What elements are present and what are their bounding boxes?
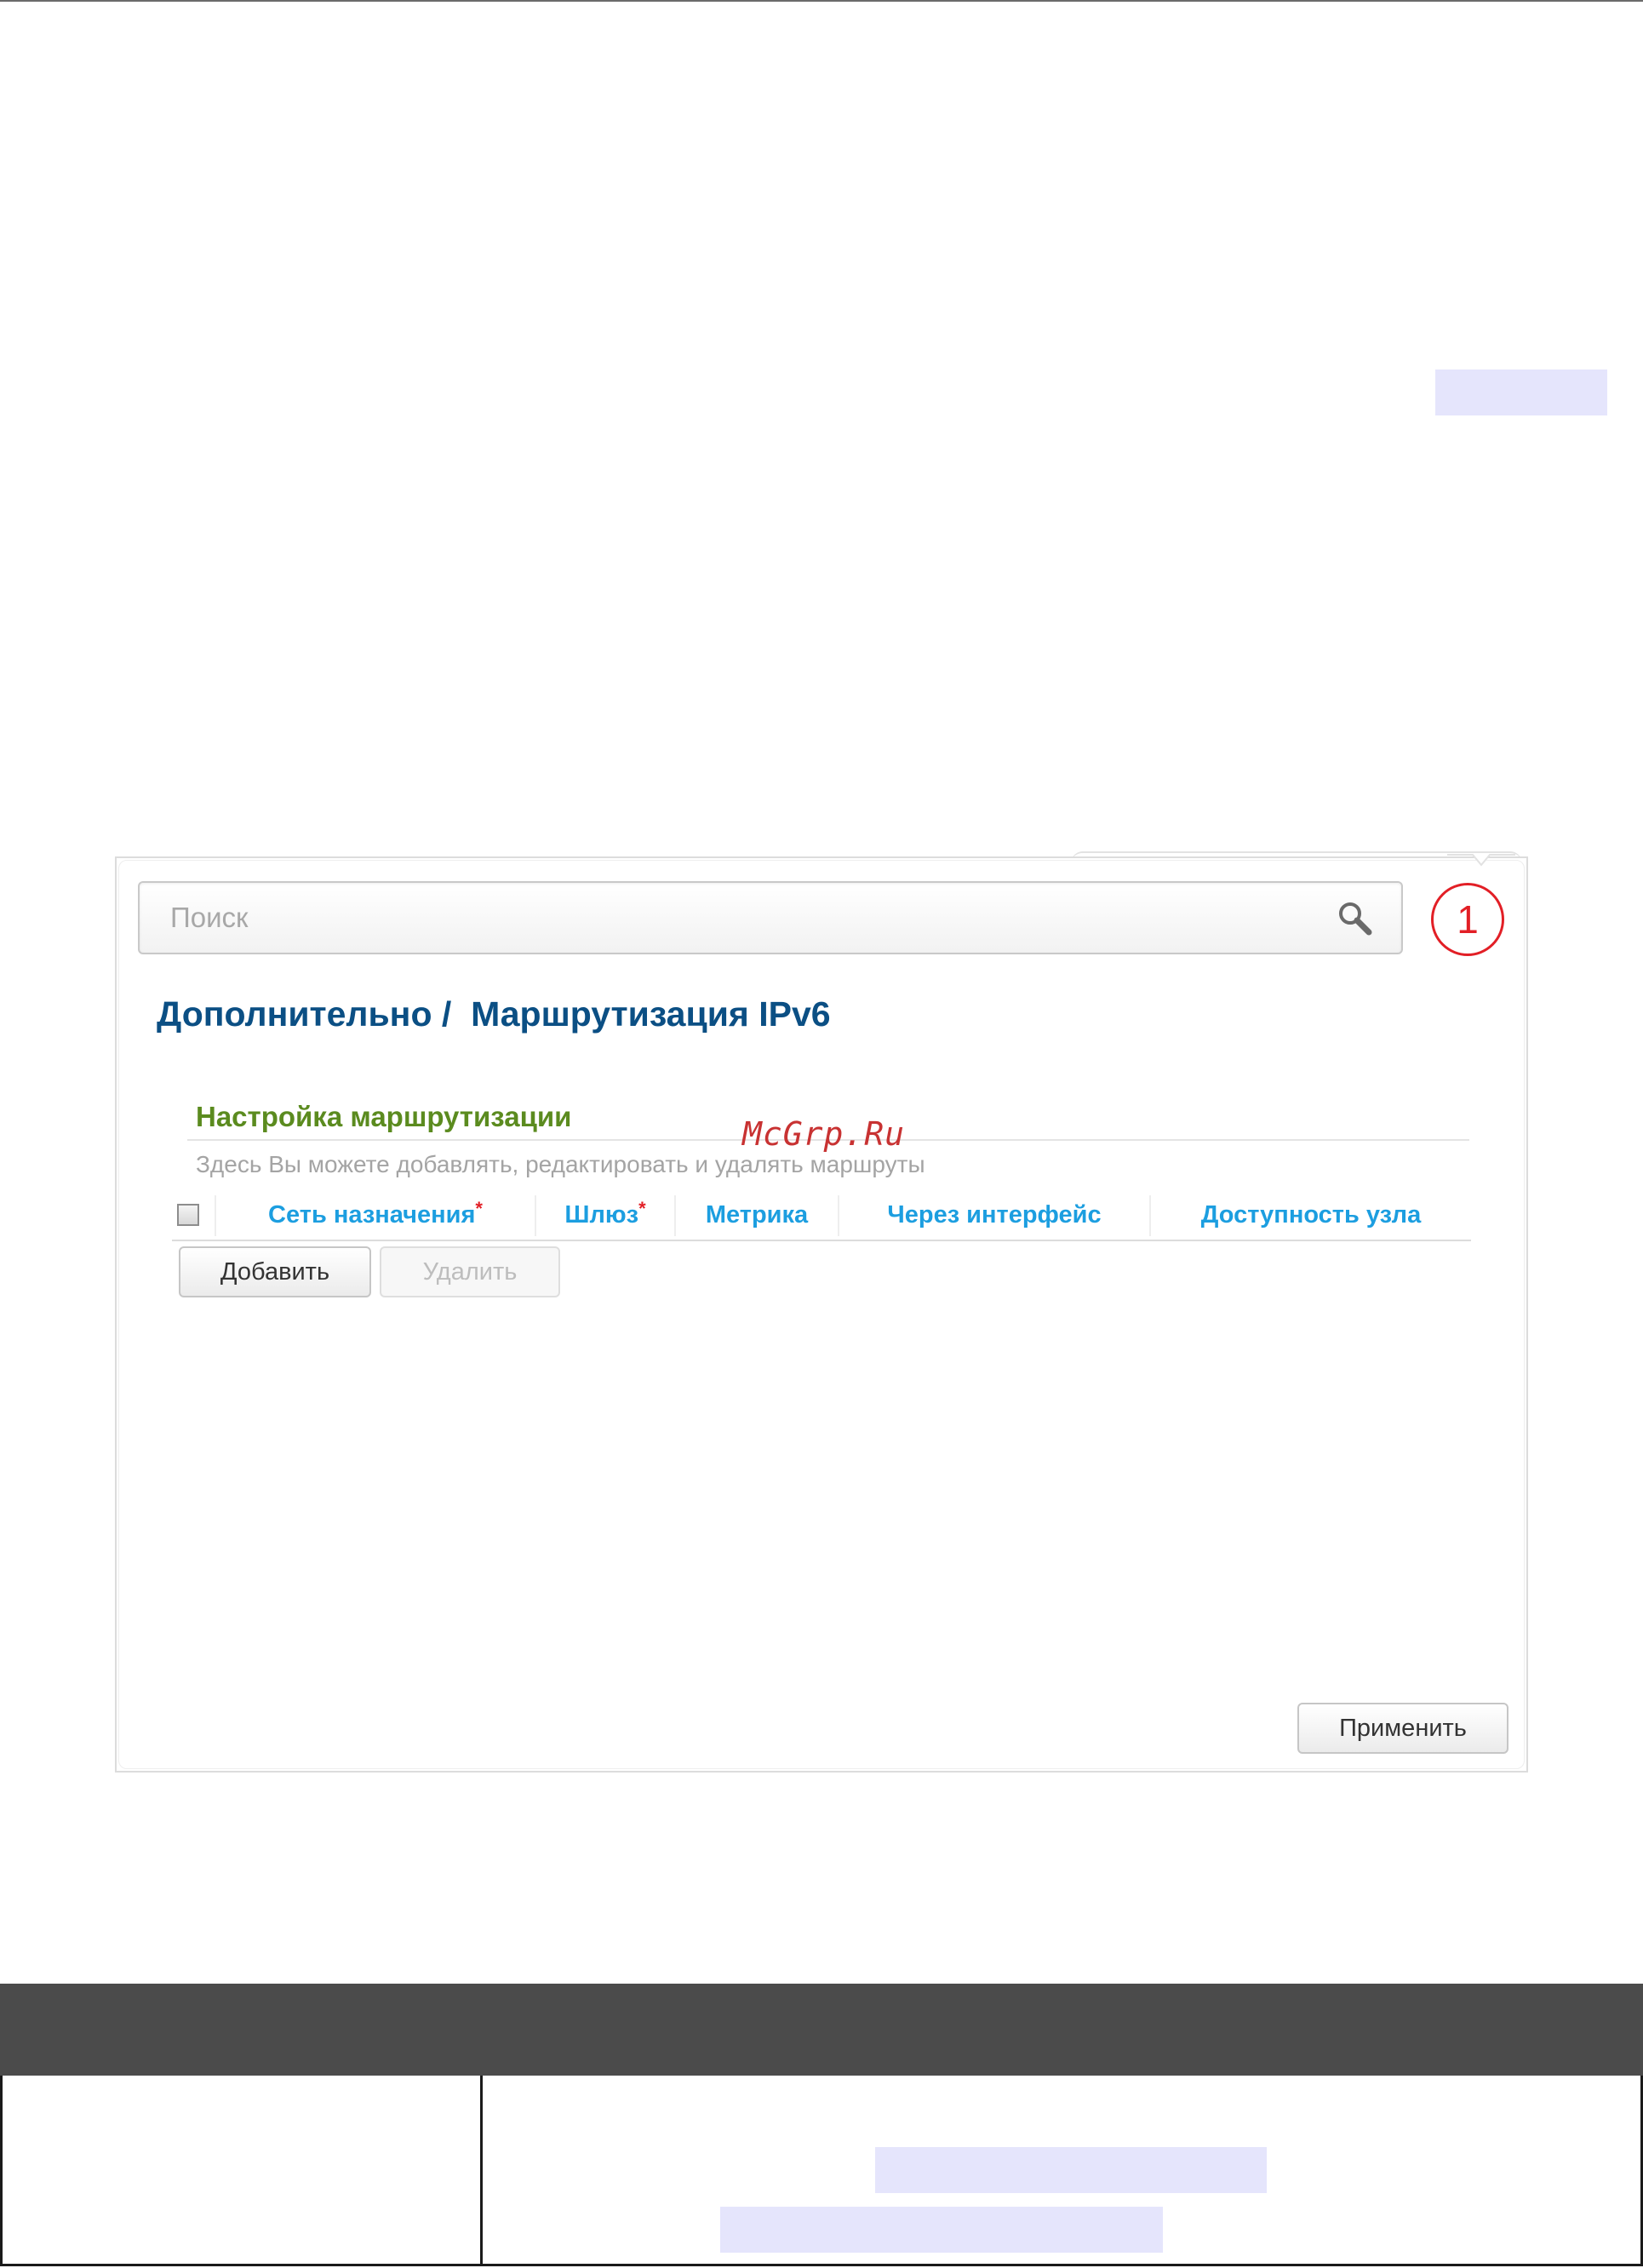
highlight-box <box>875 2147 1267 2193</box>
callout-number-badge: 1 <box>1431 883 1504 956</box>
watermark-text: McGrp.Ru <box>742 1115 906 1153</box>
breadcrumb-current: Маршрутизация IPv6 <box>471 994 831 1034</box>
column-header-label: Метрика <box>705 1201 809 1228</box>
highlight-box <box>720 2207 1163 2253</box>
column-header-label: Сеть назначения <box>268 1201 476 1228</box>
column-divider <box>480 2076 483 2266</box>
add-button[interactable]: Добавить <box>179 1246 371 1297</box>
select-all-checkbox[interactable] <box>177 1204 199 1226</box>
search-icon[interactable] <box>1335 898 1376 939</box>
apply-button[interactable]: Применить <box>1297 1703 1508 1754</box>
column-header-gateway[interactable]: Шлюз* <box>536 1194 674 1240</box>
required-mark: * <box>638 1198 646 1219</box>
page-title: Дополнительно / Маршрутизация IPv6 <box>157 994 831 1034</box>
callout-notch <box>1447 854 1515 867</box>
search-placeholder: Поиск <box>170 902 249 933</box>
top-rule <box>0 0 1643 2</box>
column-header-label: Через интерфейс <box>887 1201 1102 1228</box>
column-header-metric[interactable]: Метрика <box>676 1194 838 1240</box>
delete-button[interactable]: Удалить <box>380 1246 560 1297</box>
highlight-box <box>1435 369 1607 415</box>
column-header-interface[interactable]: Через интерфейс <box>839 1194 1149 1240</box>
required-mark: * <box>475 1198 483 1219</box>
column-header-host-availability[interactable]: Доступность узла <box>1151 1194 1471 1240</box>
column-header-label: Шлюз <box>564 1201 639 1228</box>
column-header-label: Доступность узла <box>1200 1201 1422 1228</box>
search-input[interactable]: Поиск <box>138 881 1403 954</box>
parameters-table-header <box>0 1984 1643 2076</box>
section-title: Настройка маршрутизации <box>196 1101 572 1132</box>
column-header-destination[interactable]: Сеть назначения* <box>216 1194 535 1240</box>
breadcrumb-parent[interactable]: Дополнительно / <box>157 994 451 1034</box>
routes-table-header: Сеть назначения* Шлюз* Метрика Через инт… <box>172 1194 1471 1241</box>
section-description: Здесь Вы можете добавлять, редактировать… <box>196 1151 925 1177</box>
